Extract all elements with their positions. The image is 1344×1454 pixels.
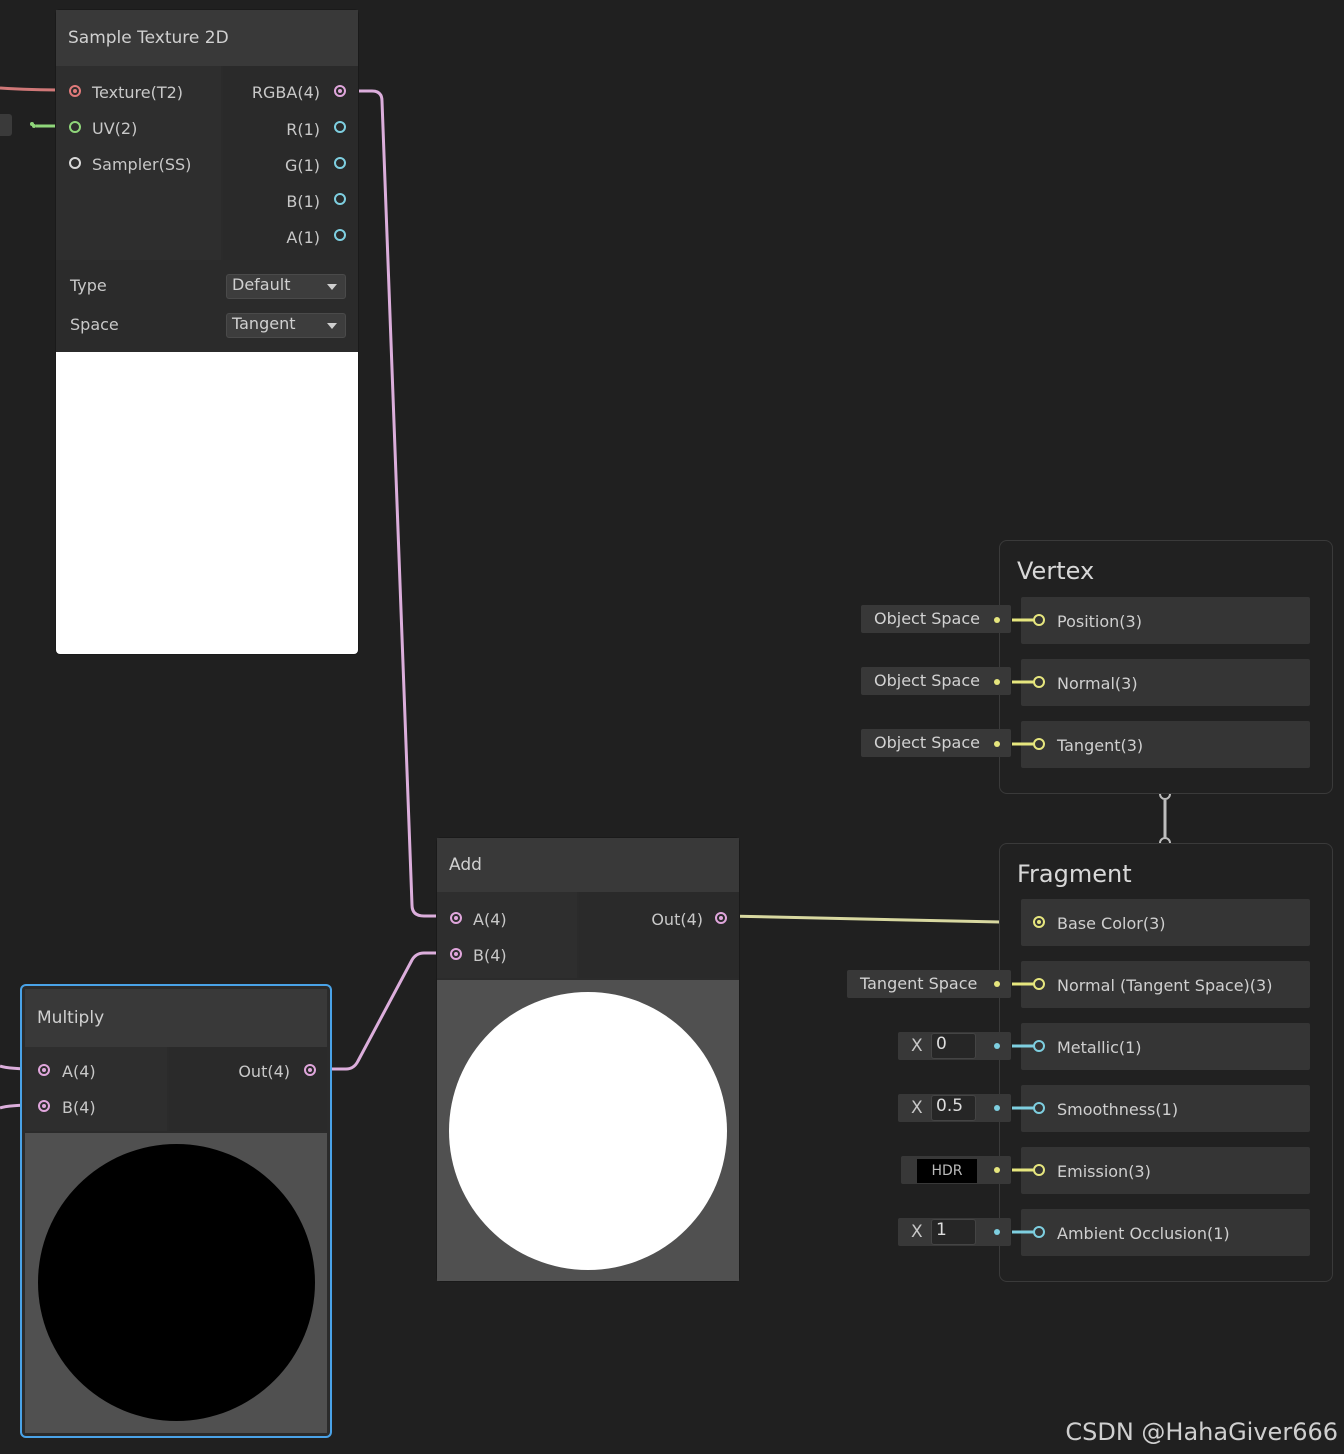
position-port-icon[interactable] — [1033, 614, 1045, 626]
slot-label-normal: Normal(3) — [1057, 674, 1138, 693]
slot-label-normal-tangent: Normal (Tangent Space)(3) — [1057, 976, 1273, 995]
fragment-connectors — [994, 981, 1034, 1235]
slot-label-metallic: Metallic(1) — [1057, 1038, 1142, 1057]
smoothness-port-icon[interactable] — [1033, 1102, 1045, 1114]
slot-label-tangent: Tangent(3) — [1057, 736, 1144, 755]
slot-label-emission: Emission(3) — [1057, 1162, 1151, 1181]
chip-port-dot — [994, 679, 1000, 685]
chip-port-dot — [994, 1229, 1000, 1235]
metallic-port-icon[interactable] — [1033, 1040, 1045, 1052]
watermark: CSDN @HahaGiver666 — [1065, 1418, 1338, 1446]
chip-port-dot — [994, 741, 1000, 747]
chip-port-dot — [994, 981, 1000, 987]
base-color-port-icon[interactable] — [1033, 916, 1045, 928]
slot-label-smoothness: Smoothness(1) — [1057, 1100, 1179, 1119]
vertex-connectors — [994, 617, 1034, 747]
normal-tangent-port-icon[interactable] — [1033, 978, 1045, 990]
normal-port-icon[interactable] — [1033, 676, 1045, 688]
ambient-occlusion-port-icon[interactable] — [1033, 1226, 1045, 1238]
slot-label-ambient-occlusion: Ambient Occlusion(1) — [1057, 1224, 1230, 1243]
slot-label-base-color: Base Color(3) — [1057, 914, 1166, 933]
chip-port-dot — [994, 1043, 1000, 1049]
tangent-port-icon[interactable] — [1033, 738, 1045, 750]
chip-port-dot — [994, 617, 1000, 623]
chip-port-dot — [994, 1105, 1000, 1111]
emission-port-icon[interactable] — [1033, 1164, 1045, 1176]
chip-port-dot — [994, 1167, 1000, 1173]
slot-label-position: Position(3) — [1057, 612, 1142, 631]
